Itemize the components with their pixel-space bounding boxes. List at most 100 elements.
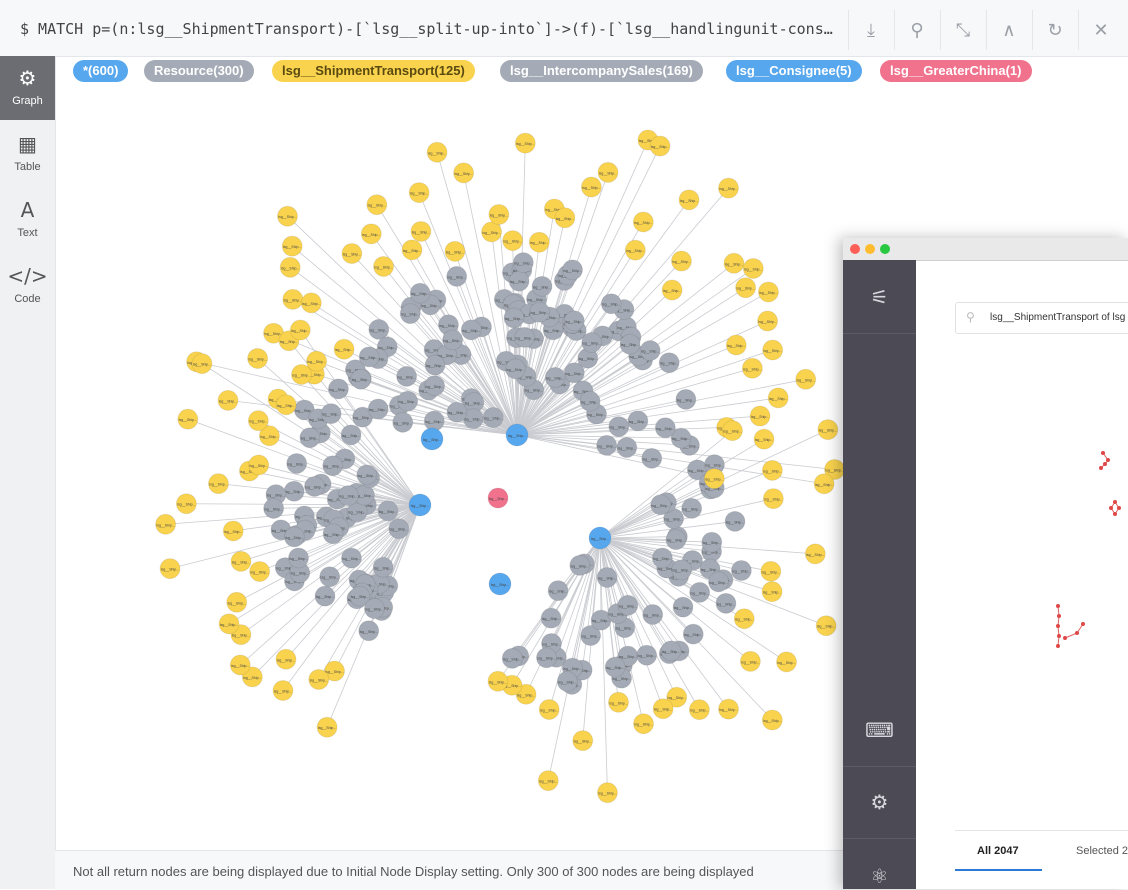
label-tag[interactable]: *(600): [73, 60, 128, 82]
mini-graph-node[interactable]: [1109, 506, 1113, 510]
mini-graph-node[interactable]: [1099, 466, 1103, 470]
svg-text:lsg__Ship...: lsg__Ship...: [549, 590, 567, 594]
settings-icon[interactable]: ⚙: [843, 765, 916, 839]
label-tag[interactable]: Resource(300): [144, 60, 254, 82]
svg-text:lsg__Ship...: lsg__Ship...: [231, 664, 249, 668]
mini-graph-node[interactable]: [1057, 614, 1061, 618]
close-window-button[interactable]: [850, 244, 860, 254]
svg-text:lsg__Ship...: lsg__Ship...: [321, 576, 339, 580]
svg-text:lsg__Ship...: lsg__Ship...: [302, 302, 320, 306]
cypher-query-text[interactable]: $ MATCH p=(n:lsg__ShipmentTransport)-[`l…: [20, 20, 833, 38]
svg-text:lsg__Ship...: lsg__Ship...: [506, 368, 524, 372]
svg-text:lsg__Ship...: lsg__Ship...: [465, 401, 483, 405]
svg-text:lsg__Ship...: lsg__Ship...: [161, 568, 179, 572]
mini-graph-node[interactable]: [1106, 458, 1110, 462]
svg-text:lsg__Ship...: lsg__Ship...: [672, 437, 690, 441]
svg-text:lsg__Ship...: lsg__Ship...: [448, 411, 466, 415]
mini-graph-node[interactable]: [1113, 500, 1117, 504]
svg-text:lsg__Ship...: lsg__Ship...: [634, 221, 652, 225]
svg-text:lsg__Ship...: lsg__Ship...: [443, 339, 461, 343]
svg-text:lsg__Ship...: lsg__Ship...: [264, 507, 282, 511]
label-tag[interactable]: lsg__Consignee(5): [726, 60, 862, 82]
svg-text:lsg__Ship...: lsg__Ship...: [232, 634, 250, 638]
chevron-up-icon[interactable]: ∧: [986, 10, 1031, 50]
mini-graph-node[interactable]: [1113, 512, 1117, 516]
mini-graph-node[interactable]: [1117, 506, 1121, 510]
svg-text:lsg__Ship...: lsg__Ship...: [280, 340, 298, 344]
tab-all[interactable]: All 2047: [977, 845, 1019, 857]
mini-graph-node[interactable]: [1063, 636, 1067, 640]
terminal-icon[interactable]: ⌨: [843, 693, 916, 767]
svg-text:lsg__Ship...: lsg__Ship...: [709, 581, 727, 585]
label-tag[interactable]: lsg__GreaterChina(1): [880, 60, 1032, 82]
svg-text:lsg__Ship...: lsg__Ship...: [425, 420, 443, 424]
svg-text:lsg__Ship...: lsg__Ship...: [677, 398, 695, 402]
svg-text:lsg__Ship...: lsg__Ship...: [662, 650, 680, 654]
svg-text:lsg__Ship...: lsg__Ship...: [439, 324, 457, 328]
svg-text:lsg__Ship...: lsg__Ship...: [769, 397, 787, 401]
svg-text:lsg__Ship...: lsg__Ship...: [668, 696, 686, 700]
text-icon: A: [0, 197, 55, 223]
svg-text:lsg__Ship...: lsg__Ship...: [565, 320, 583, 324]
svg-text:lsg__Ship...: lsg__Ship...: [517, 693, 535, 697]
svg-text:lsg__Ship...: lsg__Ship...: [423, 438, 441, 442]
svg-text:lsg__Ship...: lsg__Ship...: [410, 192, 428, 196]
svg-text:lsg__Ship...: lsg__Ship...: [540, 708, 558, 712]
svg-text:lsg__Ship...: lsg__Ship...: [503, 657, 521, 661]
svg-text:lsg__Ship...: lsg__Ship...: [759, 291, 777, 295]
nav-text[interactable]: AText: [0, 188, 55, 252]
refresh-icon[interactable]: ↻: [1032, 10, 1077, 50]
svg-text:lsg__Ship...: lsg__Ship...: [619, 655, 637, 659]
close-icon[interactable]: ✕: [1078, 10, 1123, 50]
mini-graph-node[interactable]: [1101, 451, 1105, 455]
svg-text:lsg__Ship...: lsg__Ship...: [544, 329, 562, 333]
nav-code[interactable]: </>Code: [0, 254, 55, 318]
svg-text:lsg__Ship...: lsg__Ship...: [583, 342, 601, 346]
svg-text:lsg__Ship...: lsg__Ship...: [394, 421, 412, 425]
svg-text:lsg__Ship...: lsg__Ship...: [565, 372, 583, 376]
svg-text:lsg__Ship...: lsg__Ship...: [425, 385, 443, 389]
mini-graph-node[interactable]: [1056, 644, 1060, 648]
svg-text:lsg__Ship...: lsg__Ship...: [703, 541, 721, 545]
pin-icon[interactable]: ⚲: [894, 10, 939, 50]
svg-text:lsg__Ship...: lsg__Ship...: [592, 619, 610, 623]
overlay-search-input[interactable]: ⚲ lsg__ShipmentTransport of lsg: [955, 302, 1128, 334]
overlay-tabs: All 2047 Selected 2: [955, 830, 1128, 871]
svg-text:lsg__Ship...: lsg__Ship...: [250, 570, 268, 574]
svg-text:lsg__Ship...: lsg__Ship...: [723, 430, 741, 434]
overlay-mini-graph[interactable]: [1043, 428, 1128, 668]
svg-text:lsg__Ship...: lsg__Ship...: [220, 623, 238, 627]
svg-text:lsg__Ship...: lsg__Ship...: [514, 262, 532, 266]
collapse-icon[interactable]: ⤡: [940, 10, 985, 50]
mini-graph-node[interactable]: [1075, 631, 1079, 635]
download-icon[interactable]: ⤓: [848, 10, 893, 50]
svg-text:lsg__Ship...: lsg__Ship...: [412, 230, 430, 234]
tab-selected[interactable]: Selected 2: [1076, 845, 1128, 857]
minimize-window-button[interactable]: [865, 244, 875, 254]
svg-text:lsg__Ship...: lsg__Ship...: [546, 376, 564, 380]
nav-table[interactable]: ▦Table: [0, 122, 55, 186]
svg-text:lsg__Ship...: lsg__Ship...: [267, 494, 285, 498]
svg-text:lsg__Ship...: lsg__Ship...: [426, 364, 444, 368]
nav-graph[interactable]: ⚙Graph: [0, 56, 55, 120]
label-tag[interactable]: lsg__ShipmentTransport(125): [272, 60, 475, 82]
svg-text:lsg__Ship...: lsg__Ship...: [598, 792, 616, 796]
mini-graph-node[interactable]: [1081, 622, 1085, 626]
mini-graph-node[interactable]: [1103, 462, 1107, 466]
svg-text:lsg__Ship...: lsg__Ship...: [682, 507, 700, 511]
svg-text:lsg__Ship...: lsg__Ship...: [525, 389, 543, 393]
mini-graph-node[interactable]: [1056, 624, 1060, 628]
mini-graph-node[interactable]: [1057, 634, 1061, 638]
mini-graph-node[interactable]: [1056, 604, 1060, 608]
brain-icon[interactable]: ⚛: [843, 839, 916, 889]
label-tag[interactable]: lsg__IntercompanySales(169): [500, 60, 703, 82]
svg-text:lsg__Ship...: lsg__Ship...: [360, 630, 378, 634]
zoom-window-button[interactable]: [880, 244, 890, 254]
node-layer: lsg__Ship... lsg__Ship... lsg__Ship... lsg_…: [156, 130, 845, 803]
svg-text:lsg__Ship...: lsg__Ship...: [515, 336, 533, 340]
graph-canvas[interactable]: lsg__Ship... lsg__Ship... lsg__Ship... lsg_…: [55, 88, 845, 850]
status-bar: Not all return nodes are being displayed…: [55, 850, 845, 890]
svg-text:lsg__Ship...: lsg__Ship...: [249, 420, 267, 424]
svg-text:lsg__Ship...: lsg__Ship...: [705, 464, 723, 468]
sliders-icon[interactable]: ⚟: [843, 260, 916, 334]
